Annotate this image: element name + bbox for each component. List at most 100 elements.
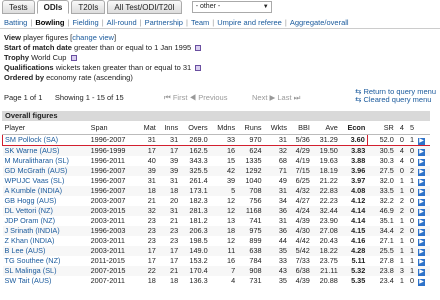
table-row[interactable]: TG Southee (NZ) 2011-2015 17 17 153.2 16 784 33… — [3, 256, 431, 266]
subnav-fielding[interactable]: Fielding — [72, 18, 98, 27]
table-cell: 0 — [410, 156, 415, 165]
subnav-bowling[interactable]: Bowling — [35, 18, 64, 27]
arrow-right-icon[interactable]: ▶ — [418, 137, 426, 145]
remove-filter-icon[interactable] — [195, 65, 202, 72]
table-cell[interactable]: GB Hogg (AUS) — [3, 196, 89, 206]
cleared-query-link[interactable]: ⇆ Cleared query menu — [355, 96, 436, 104]
tab-tests[interactable]: Tests — [2, 0, 35, 14]
next-last-nav[interactable]: Next ▶ Last ⏭ — [252, 92, 300, 104]
arrow-right-icon[interactable]: ▶ — [418, 168, 426, 176]
column-header[interactable]: SR — [372, 122, 396, 135]
table-row[interactable]: SL Malinga (SL) 2007-2015 22 21 170.4 7 908 43 6… — [2, 265, 430, 276]
column-header[interactable]: Wkts — [263, 122, 289, 135]
column-header[interactable]: 4 — [395, 122, 406, 135]
table-cell: 18.22 — [311, 245, 340, 256]
arrow-right-icon[interactable]: ▶ — [418, 208, 426, 216]
table-row[interactable]: DL Vettori (NZ) 2003-2015 32 31 281.3 12 1168 3… — [2, 205, 430, 216]
arrow-right-icon[interactable]: ▶ — [418, 198, 426, 206]
table-cell: 2 — [395, 205, 406, 216]
column-header[interactable]: Mat — [137, 122, 158, 135]
table-cell[interactable]: TG Southee (NZ) — [3, 256, 89, 266]
table-cell[interactable]: SL Malinga (SL) — [2, 265, 89, 276]
column-header[interactable]: Ave — [311, 122, 340, 135]
table-cell[interactable]: SM Pollock (SA) — [1, 133, 89, 146]
column-header[interactable]: Mdns — [209, 122, 238, 135]
arrow-right-icon[interactable]: ▶ — [418, 248, 426, 256]
table-row[interactable]: B Lee (AUS) 2003-2011 17 17 149.0 11 638 35 5/42… — [2, 245, 430, 256]
table-row[interactable]: A Kumble (INDIA) 1996-2007 18 18 173.1 5 708 31… — [2, 185, 430, 196]
arrow-right-icon[interactable]: ▶ — [418, 178, 426, 186]
row-action-cell: ▶ — [416, 256, 430, 266]
column-header[interactable]: Econ — [339, 122, 368, 135]
table-cell: 17 — [157, 245, 181, 256]
table-row[interactable]: SM Pollock (SA) 1996-2007 31 31 269.0 33 970 31… — [1, 133, 430, 146]
table-row[interactable]: WPUJC Vaas (SL) 1996-2007 31 31 261.4 39 1040 4… — [3, 176, 431, 186]
arrow-right-icon[interactable]: ▶ — [418, 228, 426, 236]
table-cell[interactable]: GD McGrath (AUS) — [2, 165, 89, 176]
table-row[interactable]: SK Warne (AUS) 1996-1999 17 17 162.5 16 624 32 4… — [2, 145, 430, 156]
first-link[interactable]: First — [173, 93, 188, 102]
table-cell: 34 — [278, 196, 287, 205]
remove-filter-icon[interactable] — [195, 45, 202, 52]
table-row[interactable]: M Muralitharan (SL) 1996-2011 40 39 343.3 15 1… — [3, 156, 431, 166]
table-cell: 33 — [209, 133, 238, 146]
column-header[interactable]: Inns — [157, 122, 181, 135]
subnav-batting[interactable]: Batting — [4, 18, 27, 27]
table-cell[interactable]: WPUJC Vaas (SL) — [3, 176, 89, 186]
tab-odis[interactable]: ODIs — [36, 0, 70, 14]
arrow-right-icon[interactable]: ▶ — [418, 188, 426, 196]
table-cell: 1996-2007 — [88, 133, 138, 146]
subnav-aggregate[interactable]: Aggregate/overall — [290, 18, 349, 27]
tab-all[interactable]: All Test/ODI/T20I — [107, 0, 182, 14]
table-cell: 3.88 — [351, 156, 366, 165]
column-header[interactable]: Runs — [237, 122, 264, 135]
table-row[interactable]: GB Hogg (AUS) 2003-2007 21 20 182.3 12 756 34 4/… — [3, 196, 431, 206]
subnav-umpire[interactable]: Umpire and referee — [217, 18, 282, 27]
table-cell: 31 — [157, 133, 181, 146]
subnav-team[interactable]: Team — [191, 18, 209, 27]
showing-count: Showing 1 - 15 of 15 — [54, 93, 124, 102]
previous-link[interactable]: Previous — [198, 93, 227, 102]
table-cell: 11 — [209, 245, 238, 256]
table-cell[interactable]: SK Warne (AUS) — [2, 145, 89, 156]
table-row[interactable]: J Srinath (INDIA) 1996-2003 23 23 206.3 18 975… — [2, 225, 430, 236]
arrow-right-icon[interactable]: ▶ — [418, 218, 426, 226]
column-header[interactable]: Span — [88, 122, 138, 135]
arrow-right-icon[interactable]: ▶ — [418, 258, 426, 266]
remove-filter-icon[interactable] — [70, 55, 77, 62]
table-cell[interactable]: SW Tait (AUS) — [3, 276, 89, 286]
table-cell: 32 — [263, 145, 289, 156]
arrow-right-icon[interactable]: ▶ — [418, 238, 426, 246]
other-format-select[interactable]: - other - ▼ — [191, 1, 272, 13]
subnav-allround[interactable]: All-round — [107, 18, 137, 27]
table-cell[interactable]: B Lee (AUS) — [2, 245, 89, 256]
other-format-select-value: - other - — [195, 3, 221, 10]
table-row[interactable]: Z Khan (INDIA) 2003-2011 23 23 198.5 12 899 44 4… — [3, 236, 431, 246]
arrow-right-icon[interactable]: ▶ — [418, 158, 426, 166]
table-row[interactable]: GD McGrath (AUS) 1996-2007 39 39 325.5 42 1292… — [2, 165, 430, 176]
table-cell[interactable]: JDP Oram (NZ) — [3, 216, 89, 226]
arrow-right-icon[interactable]: ▶ — [418, 278, 426, 286]
first-previous-nav[interactable]: ⏮ First ◀ Previous — [164, 92, 227, 104]
table-cell: 1168 — [237, 205, 264, 216]
arrow-right-icon[interactable]: ▶ — [418, 268, 426, 276]
table-cell[interactable]: J Srinath (INDIA) — [2, 225, 89, 236]
tab-t20is[interactable]: T20Is — [71, 0, 106, 14]
last-link[interactable]: Last — [277, 93, 291, 102]
table-row[interactable]: SW Tait (AUS) 2007-2011 18 18 136.3 4 731 35 4/3… — [3, 276, 431, 286]
table-row[interactable]: JDP Oram (NZ) 2003-2011 23 21 181.2 13 741 31 4/… — [3, 216, 431, 226]
subnav-partnership[interactable]: Partnership — [145, 18, 183, 27]
column-header[interactable]: Overs — [180, 122, 210, 135]
table-cell[interactable]: DL Vettori (NZ) — [2, 205, 89, 216]
column-header[interactable]: Player — [2, 122, 89, 135]
table-cell: 149.0 — [180, 245, 210, 256]
table-cell[interactable]: Z Khan (INDIA) — [3, 236, 89, 246]
next-link[interactable]: Next — [252, 93, 267, 102]
column-header[interactable]: 5 — [405, 122, 417, 135]
table-cell[interactable]: A Kumble (INDIA) — [2, 185, 89, 196]
change-view-link[interactable]: change view — [72, 33, 114, 42]
arrow-right-icon[interactable]: ▶ — [418, 148, 426, 156]
table-cell[interactable]: M Muralitharan (SL) — [3, 156, 89, 166]
column-header[interactable]: BBI — [288, 122, 312, 135]
table-cell: 4/27 — [295, 196, 310, 205]
